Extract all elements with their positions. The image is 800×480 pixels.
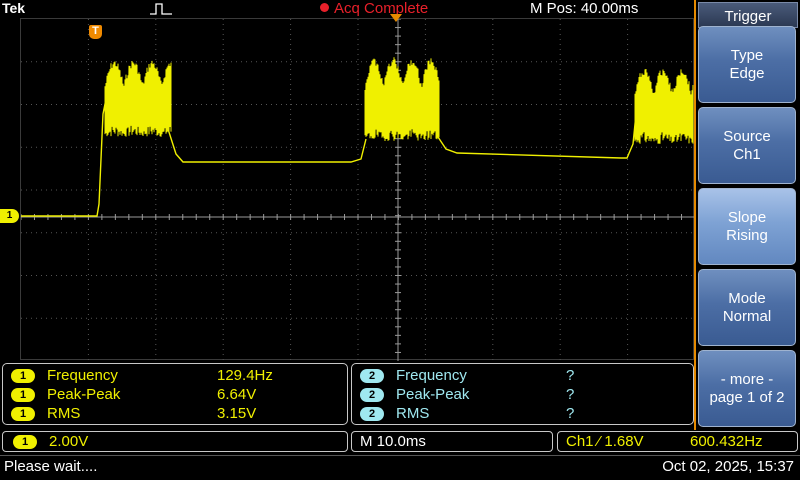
trigger-source-button[interactable]: Source Ch1 [698, 107, 796, 184]
time-per-div: M 10.0ms [360, 433, 426, 450]
ch2-badge: 2 [360, 387, 384, 402]
ch1-badge: 1 [11, 368, 35, 383]
more-page-button[interactable]: - more - page 1 of 2 [698, 350, 796, 427]
button-label: Source [723, 127, 771, 145]
trigger-edge-icon [150, 3, 172, 15]
trigger-position-icon [390, 14, 402, 22]
button-label: Mode [728, 289, 766, 307]
button-value: Rising [726, 226, 768, 244]
measurement-value: 129.4Hz [217, 367, 273, 384]
button-label: Type [730, 46, 764, 64]
trigger-slope-button[interactable]: Slope Rising [698, 188, 796, 265]
button-value: Normal [722, 307, 772, 325]
button-value: Edge [729, 64, 765, 82]
measurement-row: 1 Peak-Peak 6.64V [11, 385, 256, 404]
trigger-frequency: 600.432Hz [690, 433, 763, 450]
measurement-row: 2 Frequency ? [360, 366, 574, 385]
measurement-row: 2 Peak-Peak ? [360, 385, 574, 404]
ch2-measurements-panel[interactable]: 2 Frequency ? 2 Peak-Peak ? 2 RMS ? [351, 363, 694, 425]
ch1-badge: 1 [11, 406, 35, 421]
trigger-mode-button[interactable]: Mode Normal [698, 269, 796, 346]
measurement-name: Peak-Peak [396, 386, 470, 403]
measurement-value: ? [566, 367, 575, 384]
button-value: page 1 of 2 [709, 388, 785, 406]
measurement-name: Frequency [47, 367, 118, 384]
measurement-value: 6.64V [217, 386, 257, 403]
measurement-name: RMS [396, 405, 430, 422]
ch1-badge: 1 [13, 434, 37, 449]
top-status-bar: Tek Acq Complete M Pos: 40.00ms [0, 0, 694, 18]
ch1-ground-marker[interactable]: 1 [0, 209, 19, 223]
button-label: - more - [720, 370, 774, 388]
ch1-badge: 1 [11, 387, 35, 402]
waveform-display [21, 19, 695, 361]
graticule-grid [21, 19, 695, 361]
horizontal-position: M Pos: 40.00ms [530, 0, 639, 17]
trigger-level: Ch1 ⁄ 1.68V [566, 433, 644, 450]
measurement-name: Frequency [396, 367, 467, 384]
status-message: Please wait.... [4, 458, 98, 475]
brand-logo: Tek [2, 0, 26, 16]
volts-per-div: 2.00V [49, 433, 89, 450]
measurement-row: 1 RMS 3.15V [11, 404, 256, 423]
measurement-value: ? [566, 386, 575, 403]
ch1-waveform-trace [21, 57, 694, 217]
ch1-measurements-panel[interactable]: 1 Frequency 129.4Hz 1 Peak-Peak 6.64V 1 … [2, 363, 348, 425]
date-time: Oct 02, 2025, 15:37 [662, 458, 794, 475]
ch2-badge: 2 [360, 368, 384, 383]
acquisition-status: Acq Complete [320, 0, 428, 17]
acq-status-text: Acq Complete [334, 0, 429, 17]
measurement-row: 2 RMS ? [360, 404, 574, 423]
button-label: Slope [727, 208, 767, 226]
ch1-scale-readout[interactable]: 1 2.00V [2, 431, 348, 452]
trigger-type-button[interactable]: Type Edge [698, 26, 796, 103]
waveform-graticule[interactable] [20, 18, 695, 361]
trigger-readout[interactable]: Ch1 ⁄ 1.68V 600.432Hz [557, 431, 798, 452]
ch2-badge: 2 [360, 406, 384, 421]
acq-stop-icon [320, 3, 329, 12]
measurement-value: ? [566, 405, 575, 422]
measurement-name: RMS [47, 405, 81, 422]
measurement-name: Peak-Peak [47, 386, 121, 403]
measurement-value: 3.15V [217, 405, 257, 422]
message-bar: Please wait.... Oct 02, 2025, 15:37 [0, 455, 800, 480]
button-value: Ch1 [733, 145, 761, 163]
trigger-point-marker[interactable]: T [89, 25, 102, 39]
timebase-readout[interactable]: M 10.0ms [351, 431, 553, 452]
measurement-row: 1 Frequency 129.4Hz [11, 366, 273, 385]
side-menu-title: Trigger [698, 2, 798, 28]
